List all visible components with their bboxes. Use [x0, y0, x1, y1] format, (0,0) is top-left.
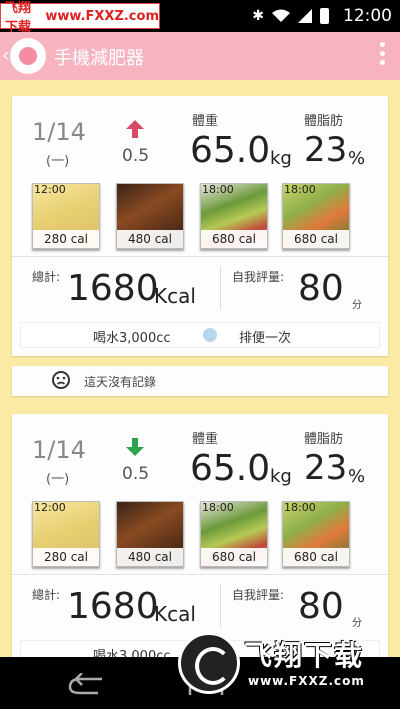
total-calories: 1680: [67, 268, 159, 309]
watermark-url: www.FXXZ.com: [45, 8, 159, 24]
total-unit: Kcal: [154, 284, 196, 308]
bluetooth-icon: ✱: [252, 8, 264, 24]
body-fat-unit: %: [348, 466, 366, 487]
total-label: 總計:: [32, 588, 61, 602]
meal-thumbnail[interactable]: 18:00 680 cal: [282, 183, 350, 249]
meal-thumbnail[interactable]: 18:00 680 cal: [282, 501, 350, 567]
weight-value: 65.0: [190, 130, 271, 171]
day-entry-card[interactable]: 1/14 (一) 0.5 體重 體脂肪 65.0 kg 23 % 12:00 2…: [12, 96, 388, 356]
meal-thumbnail[interactable]: 12:00 280 cal: [32, 183, 100, 249]
self-rating-label: 自我評量:: [232, 588, 285, 602]
body-fat-label: 體脂肪: [304, 432, 344, 447]
watermark-name: 飞翔下载: [5, 1, 32, 35]
signal-icon: [298, 9, 312, 23]
weight-unit: kg: [270, 466, 292, 487]
bowel-movement: 排便一次: [239, 331, 292, 346]
meal-calories: 680 cal: [283, 230, 349, 248]
brand-logo-icon: [178, 632, 240, 694]
no-record-row[interactable]: 這天沒有記錄: [12, 366, 388, 396]
app-logo[interactable]: [10, 38, 46, 74]
water-drop-icon: [203, 328, 217, 342]
divider: [220, 266, 221, 310]
entry-weekday: (一): [46, 154, 70, 169]
app-title: 手機減肥器: [54, 48, 144, 69]
total-label: 總計:: [32, 270, 61, 284]
meal-thumbnail[interactable]: 18:00 680 cal: [200, 501, 268, 567]
weight-value: 65.0: [190, 448, 271, 489]
self-rating-value: 80: [298, 268, 344, 309]
wifi-icon: [272, 9, 290, 22]
battery-icon: [320, 8, 329, 24]
body-fat-label: 體脂肪: [304, 114, 344, 129]
nav-back-icon[interactable]: [68, 673, 108, 695]
no-record-text: 這天沒有記錄: [84, 375, 157, 389]
meal-calories: 480 cal: [117, 230, 183, 248]
clock: 12:00: [343, 6, 392, 26]
body-fat-value: 23: [304, 130, 348, 170]
entry-date: 1/14: [32, 118, 86, 146]
body-fat-value: 23: [304, 448, 348, 488]
divider: [220, 584, 221, 628]
meal-thumbnail[interactable]: 480 cal: [116, 183, 184, 249]
sad-face-icon: [52, 371, 70, 389]
entry-weekday: (一): [46, 472, 70, 487]
meal-calories: 480 cal: [117, 548, 183, 566]
meal-time: 18:00: [202, 501, 234, 514]
self-rating-value: 80: [298, 586, 344, 627]
self-rating-unit: 分: [352, 300, 362, 311]
meal-thumbnail[interactable]: 480 cal: [116, 501, 184, 567]
meal-calories: 280 cal: [33, 230, 99, 248]
weight-unit: kg: [270, 148, 292, 169]
entry-notes: 喝水3,000cc 排便一次: [20, 322, 380, 348]
back-caret-icon[interactable]: ‹: [2, 45, 9, 66]
total-unit: Kcal: [154, 602, 196, 626]
entry-date: 1/14: [32, 436, 86, 464]
arrow-up-icon: [126, 120, 144, 138]
self-rating-unit: 分: [352, 618, 362, 629]
brand-name: 飞翔下载: [244, 639, 365, 672]
meal-time: 12:00: [34, 501, 66, 514]
meal-thumbnail[interactable]: 12:00 280 cal: [32, 501, 100, 567]
brand-url: www.FXXZ.com: [248, 674, 365, 688]
meal-thumbnail[interactable]: 18:00 680 cal: [200, 183, 268, 249]
total-calories: 1680: [67, 586, 159, 627]
meal-calories: 680 cal: [201, 548, 267, 566]
arrow-down-icon: [126, 438, 144, 456]
weight-delta: 0.5: [122, 146, 150, 166]
status-icons: ✱ 12:00: [252, 0, 392, 32]
meal-time: 18:00: [284, 183, 316, 196]
self-rating-label: 自我評量:: [232, 270, 285, 284]
water-intake: 喝水3,000cc: [93, 331, 171, 346]
meal-time: 18:00: [202, 183, 234, 196]
divider: [12, 574, 388, 575]
weight-delta: 0.5: [122, 464, 150, 484]
meal-calories: 280 cal: [33, 548, 99, 566]
brand-watermark: 飞翔下载 www.FXXZ.com: [178, 632, 384, 694]
divider: [12, 256, 388, 257]
meal-time: 12:00: [34, 183, 66, 196]
watermark-banner: 飞翔下载 www.FXXZ.com: [0, 1, 160, 35]
weight-label: 體重: [192, 114, 219, 129]
status-bar: 飞翔下载 www.FXXZ.com ✱ 12:00: [0, 0, 400, 35]
meal-calories: 680 cal: [201, 230, 267, 248]
overflow-menu-button[interactable]: [380, 42, 386, 65]
meal-time: 18:00: [284, 501, 316, 514]
weight-label: 體重: [192, 432, 219, 447]
body-fat-unit: %: [348, 148, 366, 169]
app-bar: ‹ 手機減肥器: [0, 32, 400, 80]
meal-calories: 680 cal: [283, 548, 349, 566]
